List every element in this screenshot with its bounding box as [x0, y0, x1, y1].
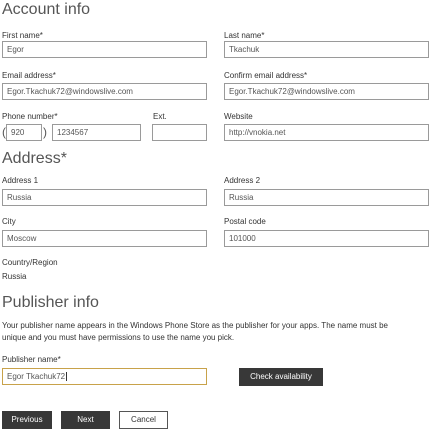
publisher-info-heading: Publisher info — [2, 294, 99, 311]
publisher-description: Your publisher name appears in the Windo… — [2, 320, 432, 344]
last-name-input[interactable]: Tkachuk — [224, 41, 429, 58]
publisher-description-line1: Your publisher name appears in the Windo… — [2, 321, 389, 330]
address2-input[interactable]: Russia — [224, 189, 429, 206]
postal-code-label: Postal code — [224, 217, 266, 226]
cancel-button[interactable]: Cancel — [119, 411, 168, 429]
city-label: City — [2, 217, 16, 226]
ext-input[interactable] — [152, 124, 207, 141]
previous-button[interactable]: Previous — [2, 411, 52, 429]
email-label: Email address* — [2, 71, 56, 80]
publisher-name-label: Publisher name* — [2, 355, 61, 364]
city-input[interactable]: Moscow — [2, 230, 207, 247]
address1-input[interactable]: Russia — [2, 189, 207, 206]
phone-area-code-input[interactable]: 920 — [6, 124, 42, 141]
address2-label: Address 2 — [224, 176, 261, 185]
account-info-heading: Account info — [2, 1, 91, 18]
confirm-email-input[interactable]: Egor.Tkachuk72@windowslive.com — [224, 83, 429, 100]
email-input[interactable]: Egor.Tkachuk72@windowslive.com — [2, 83, 207, 100]
website-label: Website — [224, 112, 253, 121]
address-heading: Address* — [2, 150, 67, 167]
publisher-name-input[interactable]: Egor Tkachuk72 — [2, 368, 207, 385]
confirm-email-label: Confirm email address* — [224, 71, 308, 80]
phone-close-paren: ) — [43, 125, 47, 139]
phone-label: Phone number* — [2, 112, 58, 121]
phone-number-input[interactable]: 1234567 — [52, 124, 141, 141]
first-name-input[interactable]: Egor — [2, 41, 207, 58]
check-availability-button[interactable]: Check availability — [239, 368, 323, 386]
next-button[interactable]: Next — [61, 411, 110, 429]
last-name-label: Last name* — [224, 31, 265, 40]
address1-label: Address 1 — [2, 176, 39, 185]
country-label: Country/Region — [2, 258, 58, 267]
first-name-label: First name* — [2, 31, 43, 40]
postal-code-input[interactable]: 101000 — [224, 230, 429, 247]
publisher-description-line2: unique and you must have permissions to … — [2, 333, 235, 342]
website-input[interactable]: http://vnokia.net — [224, 124, 429, 141]
publisher-name-value: Egor Tkachuk72 — [7, 372, 66, 381]
text-cursor — [66, 372, 68, 382]
ext-label: Ext. — [153, 112, 167, 121]
country-value: Russia — [2, 272, 27, 281]
